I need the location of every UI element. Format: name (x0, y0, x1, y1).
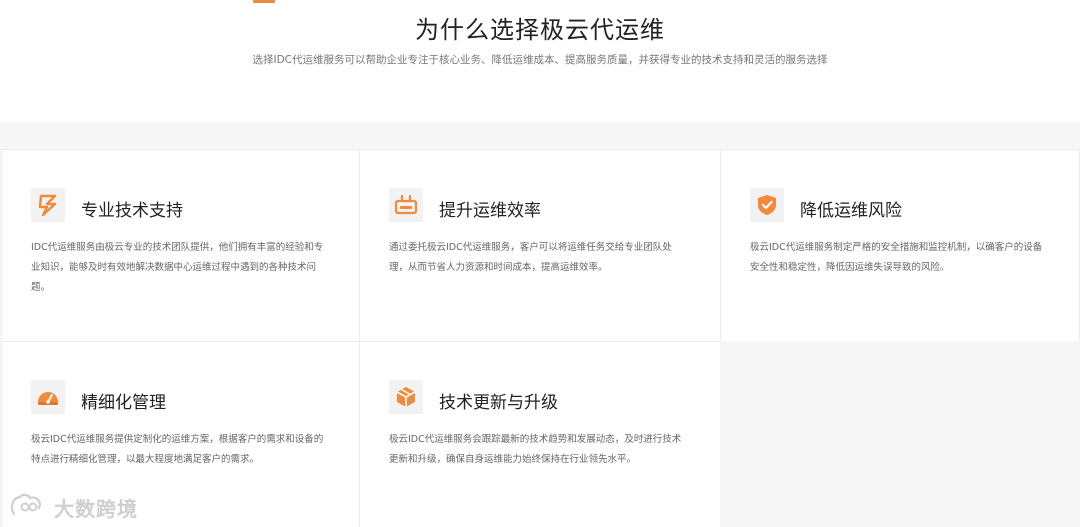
card-description: 极云IDC代运维服务制定严格的安全措施和监控机制，以确客户的设备安全性和稳定性，… (750, 242, 1043, 273)
feature-card-efficiency: 提升运维效率 通过委托极云IDC代运维服务，客户可以将运维任务交给专业团队处理，… (359, 149, 721, 342)
card-title: 技术更新与升级 (439, 393, 558, 413)
card-description: 极云IDC代运维服务提供定制化的运维方案，根据客户的需求和设备的特点进行精细化管… (31, 434, 324, 465)
card-description: IDC代运维服务由极云专业的技术团队提供，他们拥有丰富的经验和专业知识，能够及时… (31, 242, 324, 293)
section-header: 为什么选择极云代运维 选择IDC代运维服务可以帮助企业专注于核心业务、降低运维成… (0, 0, 1080, 122)
card-title: 降低运维风险 (800, 201, 902, 221)
feature-card-risk: 降低运维风险 极云IDC代运维服务制定严格的安全措施和监控机制，以确客户的设备安… (720, 149, 1080, 342)
page-subtitle: 选择IDC代运维服务可以帮助企业专注于核心业务、降低运维成本、提高服务质量，并获… (252, 54, 828, 66)
lightning-icon (31, 188, 65, 222)
shield-icon (750, 188, 784, 222)
feature-card-tech-support: 专业技术支持 IDC代运维服务由极云专业的技术团队提供，他们拥有丰富的经验和专业… (1, 149, 360, 342)
card-title: 精细化管理 (81, 393, 166, 413)
card-title: 提升运维效率 (439, 201, 541, 221)
watermark: 大数跨境 (8, 490, 138, 524)
gauge-icon (31, 380, 65, 414)
card-title: 专业技术支持 (81, 201, 183, 221)
watermark-logo-icon (10, 493, 41, 516)
accent-line (253, 0, 275, 3)
router-icon (389, 188, 423, 222)
page-title: 为什么选择极云代运维 (415, 16, 665, 44)
card-description: 通过委托极云IDC代运维服务，客户可以将运维任务交给专业团队处理，从而节省人力资… (389, 242, 672, 273)
empty-grid-cell (720, 341, 1080, 527)
cube-icon (389, 380, 423, 414)
watermark-text: 大数跨境 (54, 496, 138, 521)
card-description: 极云IDC代运维服务会跟踪最新的技术趋势和发展动态，及时进行技术更新和升级，确保… (389, 434, 682, 465)
feature-card-upgrade: 技术更新与升级 极云IDC代运维服务会跟踪最新的技术趋势和发展动态，及时进行技术… (359, 341, 721, 527)
